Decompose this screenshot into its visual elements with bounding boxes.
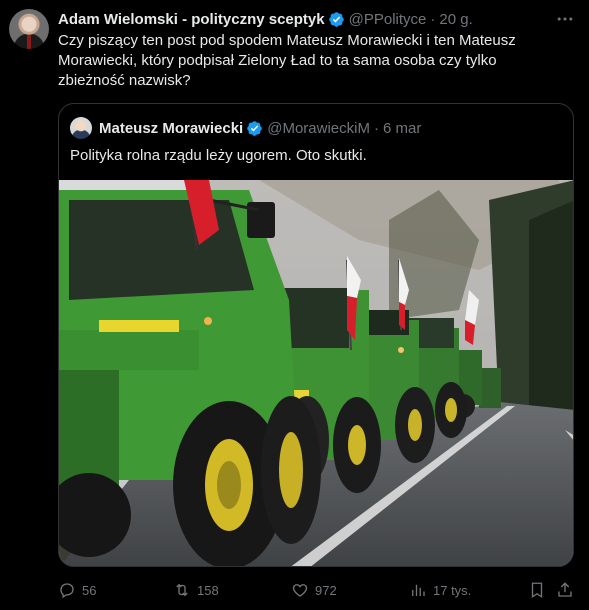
- verified-badge-icon: [247, 120, 262, 136]
- reply-count: 56: [82, 582, 97, 598]
- repost-count: 158: [197, 582, 219, 598]
- verified-badge-icon: [328, 11, 344, 27]
- reply-button[interactable]: 56: [58, 578, 96, 602]
- quoted-tweet[interactable]: Mateusz Morawiecki @MorawieckiM · 6 mar …: [58, 103, 574, 567]
- tweet[interactable]: Adam Wielomski - polityczny sceptyk @PPo…: [0, 0, 589, 610]
- repost-icon: [176, 583, 188, 597]
- quoted-tweet-time[interactable]: 6 mar: [383, 120, 421, 137]
- quoted-tweet-header: Mateusz Morawiecki @MorawieckiM · 6 mar: [99, 118, 421, 138]
- tractor-protest-photo[interactable]: [59, 180, 574, 567]
- author-name[interactable]: Adam Wielomski - polityczny sceptyk: [58, 11, 325, 28]
- bookmark-icon[interactable]: [528, 581, 546, 599]
- like-count: 972: [315, 582, 337, 598]
- tweet-text: Czy piszący ten post pod spodem Mateusz …: [58, 32, 516, 89]
- author-avatar[interactable]: [9, 9, 49, 49]
- reply-icon: [60, 583, 74, 599]
- heart-icon: [292, 584, 308, 597]
- repost-button[interactable]: 158: [173, 578, 219, 602]
- views-button[interactable]: 17 tys.: [409, 578, 471, 602]
- views-count: 17 tys.: [433, 582, 472, 598]
- tweet-time[interactable]: 20 g.: [439, 11, 472, 28]
- tweet-header: Adam Wielomski - polityczny sceptyk @PPo…: [58, 8, 473, 30]
- quoted-author-handle[interactable]: @MorawieckiM: [267, 120, 370, 137]
- separator-dot: ·: [430, 10, 436, 28]
- quoted-tweet-text: Polityka rolna rządu leży ugorem. Oto sk…: [70, 147, 367, 164]
- separator-dot: ·: [373, 119, 379, 137]
- tweet-actions: 56 158 972 17 tys.: [58, 578, 574, 602]
- more-options-icon[interactable]: [555, 9, 575, 29]
- share-icon[interactable]: [556, 581, 574, 599]
- views-chart-icon: [412, 584, 425, 596]
- author-handle[interactable]: @PPolityce: [349, 11, 427, 28]
- like-button[interactable]: 972: [291, 578, 337, 602]
- quoted-author-avatar[interactable]: [70, 117, 92, 139]
- quoted-author-name[interactable]: Mateusz Morawiecki: [99, 120, 243, 137]
